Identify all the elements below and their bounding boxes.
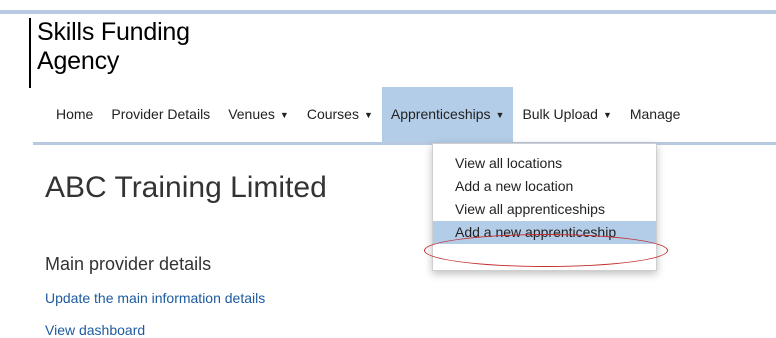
menu-item-view-all-locations[interactable]: View all locations <box>433 152 656 175</box>
nav-venues[interactable]: Venues ▼ <box>219 87 298 144</box>
caret-down-icon: ▼ <box>602 110 612 120</box>
menu-item-add-new-location[interactable]: Add a new location <box>433 175 656 198</box>
apprenticeships-dropdown-menu: View all locations Add a new location Vi… <box>432 143 657 271</box>
logo-line-2: Agency <box>37 47 120 75</box>
nav-provider-details[interactable]: Provider Details <box>102 87 219 144</box>
menu-item-add-new-apprenticeship[interactable]: Add a new apprenticeship <box>433 221 656 244</box>
skills-funding-agency-logo[interactable]: Skills Funding Agency <box>29 18 190 88</box>
nav-courses[interactable]: Courses ▼ <box>298 87 382 144</box>
view-dashboard-link[interactable]: View dashboard <box>45 322 145 338</box>
main-navigation: Home Provider Details Venues ▼ Courses ▼ A… <box>47 87 689 144</box>
caret-down-icon: ▼ <box>363 110 373 120</box>
menu-item-view-all-apprenticeships[interactable]: View all apprenticeships <box>433 198 656 221</box>
section-heading: Main provider details <box>45 254 212 274</box>
logo-line-1: Skills Funding <box>37 18 190 46</box>
header-top-rule <box>0 10 776 14</box>
update-main-information-link[interactable]: Update the main information details <box>45 290 265 306</box>
nav-home[interactable]: Home <box>47 87 102 144</box>
caret-down-icon: ▼ <box>495 110 505 120</box>
nav-apprenticeships[interactable]: Apprenticeships ▼ <box>381 87 514 144</box>
nav-manage[interactable]: Manage <box>621 87 690 144</box>
caret-down-icon: ▼ <box>279 110 289 120</box>
nav-bulk-upload[interactable]: Bulk Upload ▼ <box>513 87 620 144</box>
page-title: ABC Training Limited <box>45 171 327 204</box>
nav-bottom-rule <box>33 142 776 145</box>
